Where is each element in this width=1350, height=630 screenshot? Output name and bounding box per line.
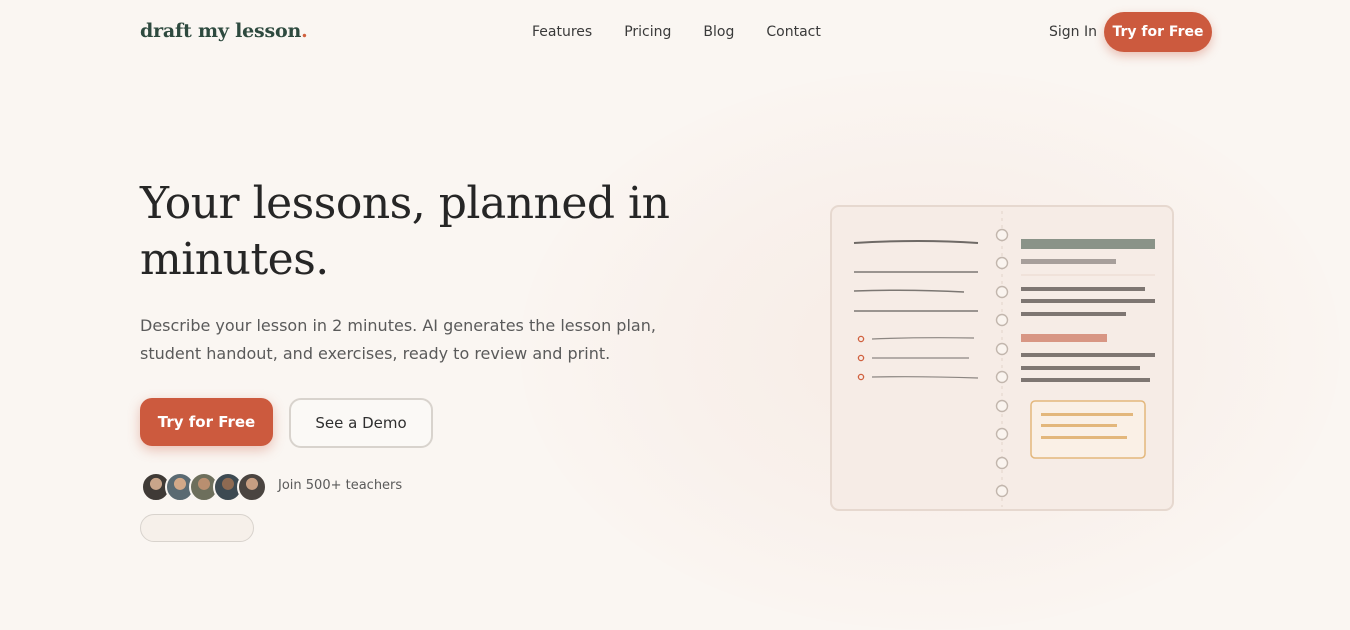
badge-pill [140, 514, 254, 542]
sign-in-link[interactable]: Sign In [1049, 24, 1097, 40]
top-navigation: draft my lesson. Features Pricing Blog C… [0, 0, 1350, 64]
headline-part-1: Your lessons, planned in [140, 178, 670, 229]
logo-text: draft my lesson [140, 20, 302, 42]
logo-dot: . [301, 20, 308, 42]
hero-description: Describe your lesson in 2 minutes. AI ge… [140, 316, 656, 363]
nav-links: Features Pricing Blog Contact [532, 24, 853, 40]
nav-link-pricing[interactable]: Pricing [624, 24, 671, 40]
social-proof-text: Join 500+ teachers [278, 478, 403, 493]
nav-link-features[interactable]: Features [532, 24, 592, 40]
nav-link-blog[interactable]: Blog [703, 24, 734, 40]
avatar [237, 472, 267, 502]
nav-try-for-free-button[interactable]: Try for Free [1104, 12, 1212, 52]
see-a-demo-button[interactable]: See a Demo [289, 398, 433, 448]
try-for-free-button[interactable]: Try for Free [140, 398, 273, 446]
hero-headline: Your lessons, planned in minutes. [140, 176, 700, 288]
logo[interactable]: draft my lesson. [140, 20, 308, 42]
headline-part-2: minutes. [140, 234, 329, 285]
nav-link-contact[interactable]: Contact [766, 24, 820, 40]
notebook-illustration-icon [830, 205, 1174, 511]
